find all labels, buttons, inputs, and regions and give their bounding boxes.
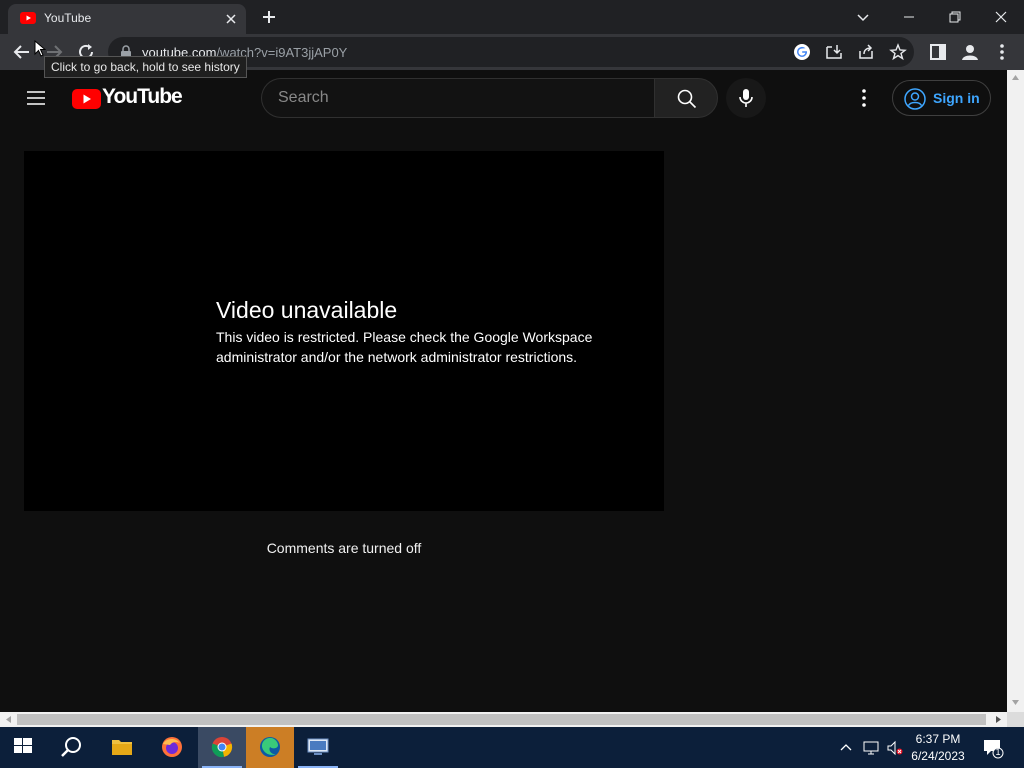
taskbar-edge[interactable]: [246, 727, 294, 768]
back-button-tooltip: Click to go back, hold to see history: [44, 56, 247, 78]
windows-taskbar: 6:37 PM 6/24/2023 1: [0, 727, 1024, 768]
chrome-icon: [211, 737, 233, 758]
taskbar-search-button[interactable]: [48, 727, 96, 768]
clock-date: 6/24/2023: [911, 749, 965, 763]
user-circle-icon: [904, 88, 926, 110]
scroll-down-arrow-icon[interactable]: [1011, 698, 1020, 707]
browser-titlebar: YouTube: [0, 0, 1024, 34]
taskbar-app[interactable]: [294, 727, 342, 768]
start-button[interactable]: [0, 727, 48, 768]
youtube-favicon-icon: [20, 12, 36, 24]
back-icon[interactable]: [10, 40, 34, 64]
search-box[interactable]: [261, 78, 655, 118]
file-explorer-icon: [112, 740, 132, 755]
scroll-up-arrow-icon[interactable]: [1011, 73, 1020, 82]
mic-icon: [739, 89, 753, 107]
windows-icon: [14, 738, 32, 753]
youtube-logo-icon: [72, 89, 101, 109]
share-icon[interactable]: [856, 42, 876, 62]
tab-youtube[interactable]: YouTube: [8, 4, 246, 34]
tab-title: YouTube: [44, 11, 92, 25]
horizontal-scroll-thumb[interactable]: [17, 714, 986, 725]
notification-button[interactable]: 1: [982, 737, 1004, 759]
search-button[interactable]: [654, 78, 718, 118]
notification-count: 1: [995, 747, 1001, 757]
close-icon[interactable]: [222, 10, 240, 28]
taskbar-firefox[interactable]: [148, 727, 196, 768]
chevron-up-icon[interactable]: [838, 739, 854, 757]
scrollbar-corner: [1007, 712, 1024, 727]
horizontal-scrollbar[interactable]: [0, 712, 1007, 727]
install-icon[interactable]: [824, 42, 844, 62]
star-icon[interactable]: [888, 42, 908, 62]
taskbar-file-explorer[interactable]: [98, 727, 146, 768]
youtube-header: YouTube Sign in: [0, 70, 1007, 126]
kebab-menu-icon[interactable]: [990, 40, 1014, 64]
settings-more-icon[interactable]: [852, 86, 876, 110]
search-input[interactable]: [278, 79, 638, 117]
hamburger-icon[interactable]: [24, 86, 48, 110]
search-icon: [61, 737, 81, 757]
firefox-icon: [162, 737, 182, 757]
google-icon[interactable]: [792, 42, 812, 62]
error-message: This video is restricted. Please check t…: [216, 329, 593, 365]
error-title: Video unavailable: [216, 297, 398, 323]
plus-icon[interactable]: [259, 7, 279, 27]
profile-icon[interactable]: [958, 40, 982, 64]
restore-icon[interactable]: [943, 5, 967, 29]
minimize-icon[interactable]: [897, 5, 921, 29]
scroll-left-arrow-icon[interactable]: [4, 715, 13, 724]
comments-status: Comments are turned off: [266, 540, 422, 556]
mouse-cursor-icon: [34, 40, 46, 57]
side-panel-icon[interactable]: [926, 40, 950, 64]
video-player[interactable]: Video unavailable This video is restrict…: [24, 151, 664, 511]
sign-in-label: Sign in: [933, 90, 980, 106]
voice-search-button[interactable]: [726, 78, 766, 118]
search-icon: [677, 89, 697, 109]
taskbar-clock[interactable]: 6:37 PM 6/24/2023: [906, 731, 970, 765]
youtube-logo-text: YouTube: [102, 85, 183, 108]
remote-desktop-icon: [307, 738, 329, 755]
volume-muted-icon[interactable]: [886, 739, 904, 757]
edge-icon: [260, 737, 280, 757]
vertical-scrollbar[interactable]: [1007, 70, 1024, 712]
clock-time: 6:37 PM: [915, 732, 961, 746]
taskbar-chrome[interactable]: [198, 727, 246, 768]
network-icon[interactable]: [862, 739, 880, 757]
close-window-icon[interactable]: [989, 5, 1013, 29]
chevron-down-icon[interactable]: [851, 5, 875, 29]
scroll-right-arrow-icon[interactable]: [994, 715, 1003, 724]
sign-in-button[interactable]: Sign in: [892, 80, 991, 116]
